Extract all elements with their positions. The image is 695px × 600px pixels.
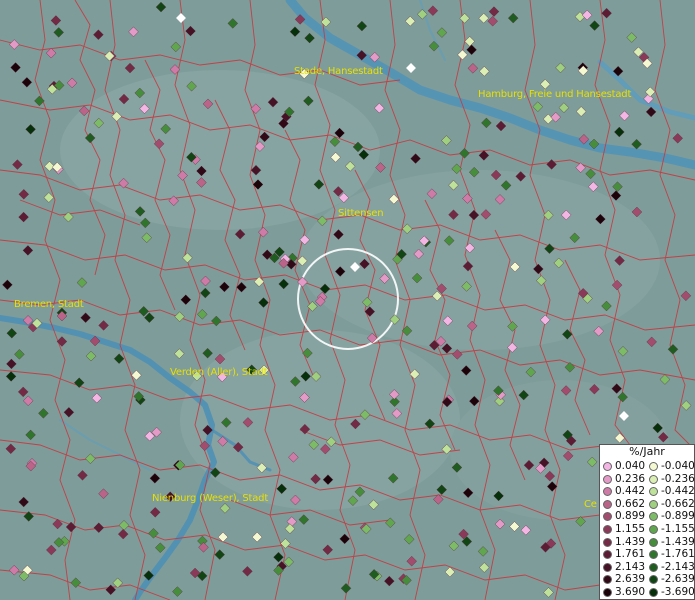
- legend-value: -2.639: [661, 573, 695, 586]
- legend-swatch: [603, 462, 612, 471]
- legend-swatch: [603, 575, 612, 585]
- legend: %/Jahr 0.040 0.236 0.442 0.662 0.899 1.155 1.4…: [599, 444, 695, 600]
- legend-value: 2.143: [615, 560, 646, 573]
- legend-swatch: [649, 575, 658, 585]
- legend-value: -1.761: [661, 548, 695, 561]
- legend-value: 1.761: [615, 548, 646, 561]
- legend-swatch: [649, 487, 658, 497]
- legend-swatch: [603, 562, 612, 572]
- legend-swatch: [603, 550, 612, 560]
- legend-swatch: [649, 588, 658, 597]
- legend-value: -2.143: [661, 560, 695, 573]
- place-label-sittensen: Sittensen: [338, 208, 384, 219]
- legend-value: -0.662: [661, 497, 695, 510]
- legend-swatch: [649, 462, 658, 471]
- legend-swatch: [649, 550, 658, 560]
- place-label-nienburg: Nienburg (Weser), Stadt: [152, 493, 269, 504]
- legend-swatch: [603, 487, 612, 497]
- legend-swatch: [649, 537, 658, 547]
- legend-swatch: [603, 512, 612, 522]
- legend-value: -3.690: [661, 586, 695, 598]
- legend-swatch: [649, 499, 658, 509]
- legend-swatch: [649, 562, 658, 572]
- legend-swatch: [649, 525, 658, 534]
- legend-value: 1.155: [615, 523, 646, 535]
- legend-swatch: [649, 512, 658, 522]
- legend-value: -1.155: [661, 523, 695, 535]
- legend-value: 0.662: [615, 497, 646, 510]
- legend-swatch: [649, 474, 658, 484]
- legend-value: 2.639: [615, 573, 646, 586]
- legend-value: -0.040: [661, 460, 695, 472]
- legend-title: %/Jahr: [629, 445, 665, 458]
- place-label-stade: Stade, Hansestadt: [294, 66, 383, 77]
- place-label-bremen: Bremen, Stadt: [14, 299, 84, 310]
- legend-value: 0.040: [615, 460, 646, 472]
- legend-value: -1.439: [661, 535, 695, 548]
- place-label-verden: Verden (Aller), Stadt: [170, 367, 268, 378]
- legend-value: 0.442: [615, 485, 646, 498]
- legend-value: 3.690: [615, 586, 646, 598]
- legend-value: 0.899: [615, 510, 646, 523]
- legend-value: -0.442: [661, 485, 695, 498]
- place-label-ce: Ce: [584, 499, 597, 510]
- legend-value: 1.439: [615, 535, 646, 548]
- legend-swatch: [603, 537, 612, 547]
- legend-swatch: [603, 474, 612, 484]
- legend-swatch: [603, 499, 612, 509]
- legend-value: -0.899: [661, 510, 695, 523]
- legend-swatch: [603, 525, 612, 534]
- place-label-hamburg: Hamburg, Freie und Hansestadt: [478, 89, 632, 100]
- legend-value: 0.236: [615, 472, 646, 485]
- legend-swatch: [603, 588, 612, 597]
- legend-value: -0.236: [661, 472, 695, 485]
